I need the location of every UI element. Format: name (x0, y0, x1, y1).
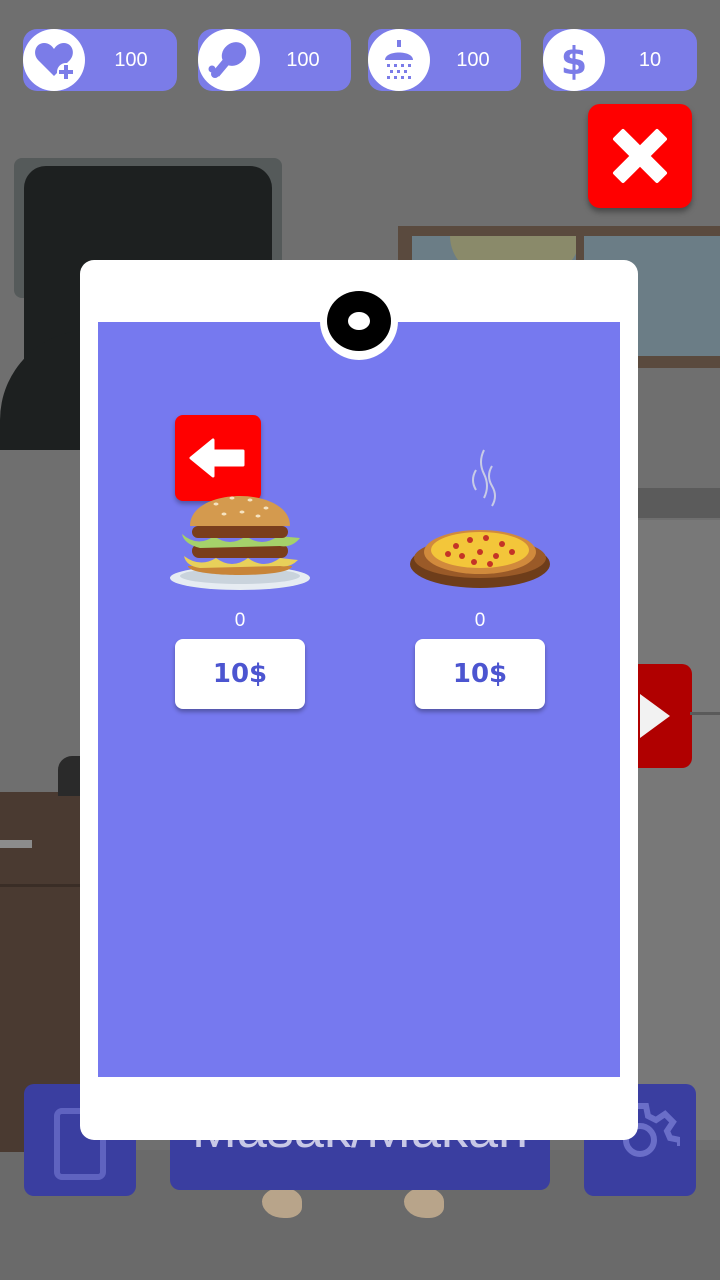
shop-item-pizza: 0 10$ (400, 446, 560, 722)
pizza-icon (410, 449, 550, 588)
buy-burger-button[interactable]: 10$ (175, 639, 305, 709)
heart-plus-icon (23, 29, 85, 91)
cabinet-divider (0, 884, 90, 887)
stat-health: 100 (23, 29, 177, 91)
shop-phone-modal: 0 10$ 0 10$ (80, 260, 638, 1140)
play-arrow-icon (640, 694, 670, 738)
close-icon (613, 129, 667, 183)
character-foot-right (404, 1188, 444, 1218)
stat-money-value: 10 (638, 48, 662, 71)
shower-icon (368, 29, 430, 91)
stat-health-value: 100 (114, 48, 148, 71)
burger-count: 0 (234, 610, 246, 631)
cabinet-handle (0, 840, 32, 848)
character-foot-left (262, 1188, 302, 1218)
dollar-icon: $ (543, 29, 605, 91)
stat-hunger-value: 100 (286, 48, 320, 71)
arrow-left-icon (189, 438, 245, 478)
shop-item-burger: 0 10$ (160, 482, 320, 722)
shop-screen: 0 10$ 0 10$ (98, 322, 620, 1077)
stat-hygiene: 100 (368, 29, 521, 91)
buy-pizza-button[interactable]: 10$ (415, 639, 545, 709)
fridge-line (690, 712, 720, 715)
pizza-count: 0 (474, 610, 486, 631)
burger-icon (170, 496, 310, 590)
close-button[interactable] (588, 104, 692, 208)
stat-hunger: 100 (198, 29, 351, 91)
chicken-leg-icon (198, 29, 260, 91)
stat-money: $ 10 (543, 29, 697, 91)
svg-text:$: $ (561, 39, 587, 82)
phone-camera (320, 282, 398, 360)
stat-hygiene-value: 100 (456, 48, 490, 71)
